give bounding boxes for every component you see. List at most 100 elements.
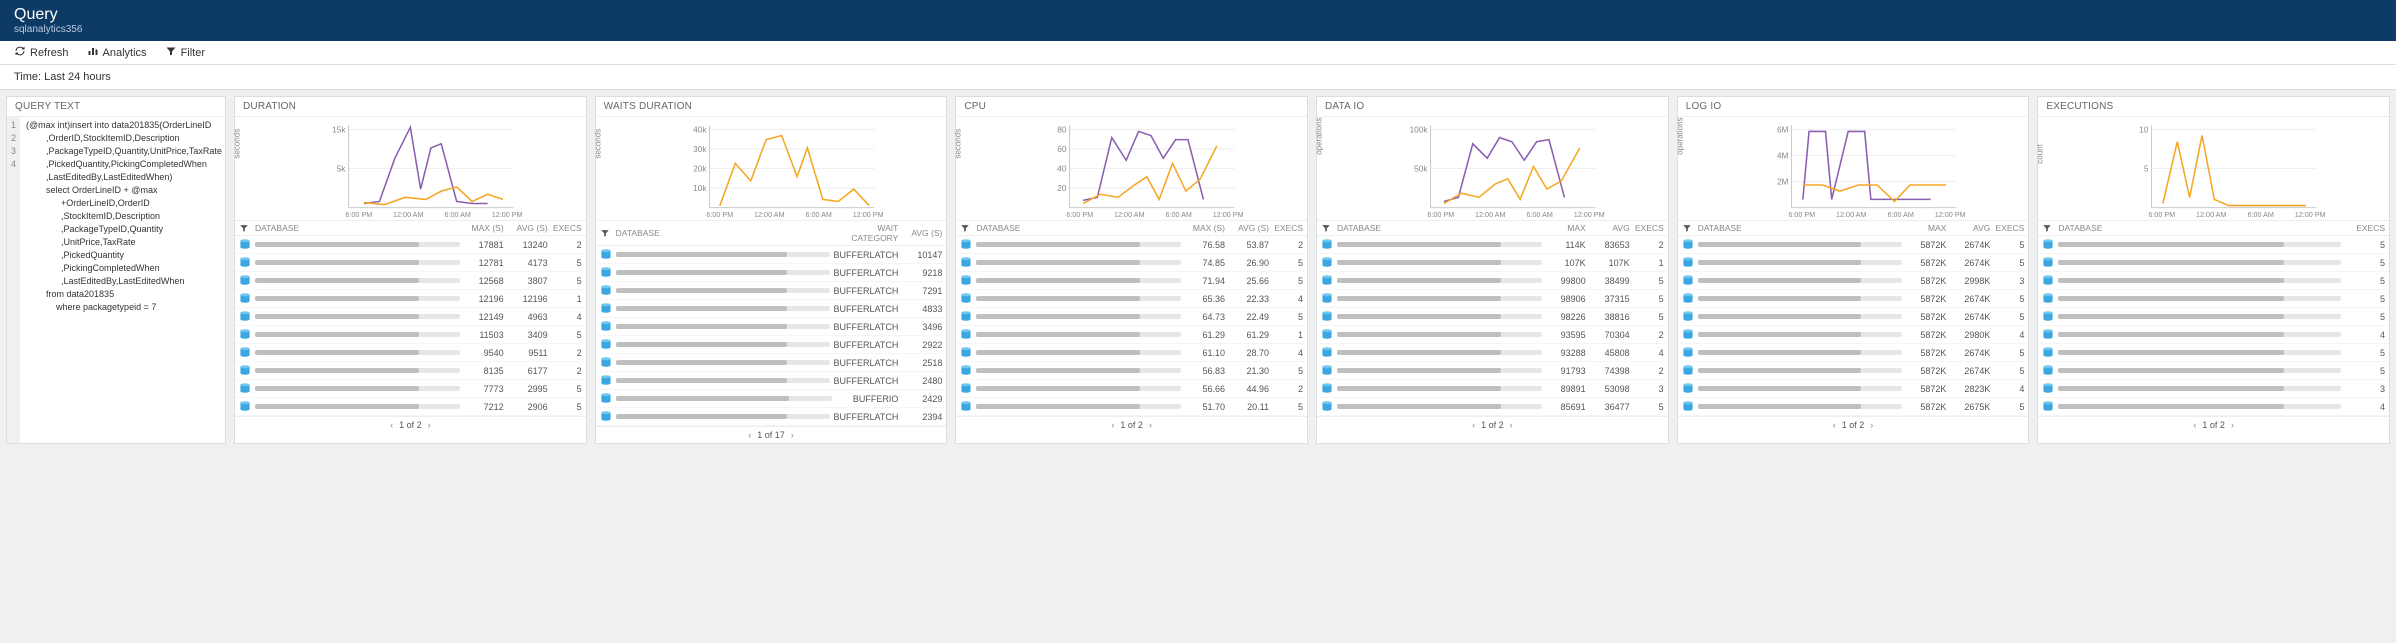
table-row[interactable]: 5	[2038, 290, 2389, 308]
col-database[interactable]: DATABASE	[1698, 223, 1903, 233]
table-row[interactable]: 777329955	[235, 380, 586, 398]
table-row[interactable]: 17881132402	[235, 236, 586, 254]
table-row[interactable]: 3	[2038, 380, 2389, 398]
table-row[interactable]: 107K107K1	[1317, 254, 1668, 272]
table-row[interactable]: BUFFERLATCH4833	[596, 300, 947, 318]
chevron-left-icon[interactable]: ‹	[390, 420, 393, 430]
chevron-left-icon[interactable]: ‹	[748, 430, 751, 440]
table-row[interactable]: BUFFERLATCH2922	[596, 336, 947, 354]
table-row[interactable]: 76.5853.872	[956, 236, 1307, 254]
table-row[interactable]: BUFFERLATCH2394	[596, 408, 947, 426]
chevron-right-icon[interactable]: ›	[1870, 420, 1873, 430]
chevron-right-icon[interactable]: ›	[791, 430, 794, 440]
table-row[interactable]: 5872K2998K3	[1678, 272, 2029, 290]
table-row[interactable]: 64.7322.495	[956, 308, 1307, 326]
chevron-right-icon[interactable]: ›	[1510, 420, 1513, 430]
table-row[interactable]: 721229065	[235, 398, 586, 416]
refresh-button[interactable]: Refresh	[14, 45, 69, 60]
funnel-icon[interactable]	[600, 228, 612, 238]
chevron-left-icon[interactable]: ‹	[2193, 420, 2196, 430]
col-3[interactable]: EXECS	[1994, 223, 2024, 233]
table-row[interactable]: BUFFERLATCH2518	[596, 354, 947, 372]
analytics-button[interactable]: Analytics	[87, 45, 147, 60]
chevron-right-icon[interactable]: ›	[2231, 420, 2234, 430]
table-row[interactable]: 5	[2038, 236, 2389, 254]
chevron-right-icon[interactable]: ›	[428, 420, 431, 430]
table-row[interactable]: 114K836532	[1317, 236, 1668, 254]
funnel-icon[interactable]	[2042, 223, 2054, 233]
col-3[interactable]: EXECS	[1273, 223, 1303, 233]
col-3[interactable]: EXECS	[1634, 223, 1664, 233]
table-row[interactable]: 85691364775	[1317, 398, 1668, 416]
col-1[interactable]: EXECS	[2345, 223, 2385, 233]
chevron-right-icon[interactable]: ›	[1149, 420, 1152, 430]
table-row[interactable]: 4	[2038, 326, 2389, 344]
table-row[interactable]: BUFFERLATCH10147	[596, 246, 947, 264]
table-row[interactable]: 5872K2674K5	[1678, 290, 2029, 308]
table-row[interactable]: 71.9425.665	[956, 272, 1307, 290]
table-row[interactable]: 61.1028.704	[956, 344, 1307, 362]
table-row[interactable]: 12196121961	[235, 290, 586, 308]
table-row[interactable]: 5	[2038, 308, 2389, 326]
table-row[interactable]: 56.6644.962	[956, 380, 1307, 398]
table-row[interactable]: BUFFERLATCH9218	[596, 264, 947, 282]
col-2[interactable]: AVG (S)	[508, 223, 548, 233]
chevron-left-icon[interactable]: ‹	[1472, 420, 1475, 430]
col-database[interactable]: DATABASE	[616, 228, 833, 238]
funnel-icon[interactable]	[1321, 223, 1333, 233]
table-row[interactable]: 65.3622.334	[956, 290, 1307, 308]
col-database[interactable]: DATABASE	[2058, 223, 2341, 233]
table-row[interactable]: BUFFERLATCH2480	[596, 372, 947, 390]
table-row[interactable]: 5872K2823K4	[1678, 380, 2029, 398]
table-row[interactable]: 91793743982	[1317, 362, 1668, 380]
table-row[interactable]: 5872K2674K5	[1678, 236, 2029, 254]
table-row[interactable]: 954095112	[235, 344, 586, 362]
col-2[interactable]: AVG	[1590, 223, 1630, 233]
table-row[interactable]: 5	[2038, 362, 2389, 380]
table-row[interactable]: 5872K2674K5	[1678, 362, 2029, 380]
col-database[interactable]: DATABASE	[255, 223, 460, 233]
col-3[interactable]: EXECS	[552, 223, 582, 233]
table-row[interactable]: 5	[2038, 272, 2389, 290]
table-row[interactable]: 98226388165	[1317, 308, 1668, 326]
table-row[interactable]: 5872K2674K5	[1678, 254, 2029, 272]
table-row[interactable]: BUFFERLATCH7291	[596, 282, 947, 300]
table-row[interactable]: 5872K2980K4	[1678, 326, 2029, 344]
table-row[interactable]: 4	[2038, 398, 2389, 416]
col-2[interactable]: AVG (S)	[1229, 223, 1269, 233]
col-1[interactable]: WAIT CATEGORY	[836, 223, 898, 243]
table-row[interactable]: BUFFERIO2429	[596, 390, 947, 408]
col-database[interactable]: DATABASE	[1337, 223, 1542, 233]
filter-button[interactable]: Filter	[165, 45, 205, 60]
table-row[interactable]: 56.8321.305	[956, 362, 1307, 380]
table-row[interactable]: 89891530983	[1317, 380, 1668, 398]
code-editor[interactable]: 1234 (@max int)insert into data201835(Or…	[7, 117, 225, 443]
table-row[interactable]: 74.8526.905	[956, 254, 1307, 272]
table-row[interactable]: 1150334095	[235, 326, 586, 344]
table-row[interactable]: 51.7020.115	[956, 398, 1307, 416]
table-row[interactable]: 99800384995	[1317, 272, 1668, 290]
chevron-left-icon[interactable]: ‹	[1111, 420, 1114, 430]
col-1[interactable]: MAX (S)	[1185, 223, 1225, 233]
table-row[interactable]: 61.2961.291	[956, 326, 1307, 344]
table-row[interactable]: 5	[2038, 344, 2389, 362]
funnel-icon[interactable]	[960, 223, 972, 233]
table-row[interactable]: BUFFERLATCH3496	[596, 318, 947, 336]
table-row[interactable]: 5872K2675K5	[1678, 398, 2029, 416]
col-2[interactable]: AVG (S)	[902, 228, 942, 238]
table-row[interactable]: 93288458084	[1317, 344, 1668, 362]
table-row[interactable]: 1214949634	[235, 308, 586, 326]
col-1[interactable]: MAX	[1546, 223, 1586, 233]
table-row[interactable]: 5	[2038, 254, 2389, 272]
table-row[interactable]: 5872K2674K5	[1678, 308, 2029, 326]
table-row[interactable]: 93595703042	[1317, 326, 1668, 344]
table-row[interactable]: 1256838075	[235, 272, 586, 290]
table-row[interactable]: 813561772	[235, 362, 586, 380]
table-row[interactable]: 98906373155	[1317, 290, 1668, 308]
col-1[interactable]: MAX (S)	[464, 223, 504, 233]
table-row[interactable]: 1278141735	[235, 254, 586, 272]
chevron-left-icon[interactable]: ‹	[1833, 420, 1836, 430]
funnel-icon[interactable]	[239, 223, 251, 233]
funnel-icon[interactable]	[1682, 223, 1694, 233]
col-2[interactable]: AVG	[1950, 223, 1990, 233]
